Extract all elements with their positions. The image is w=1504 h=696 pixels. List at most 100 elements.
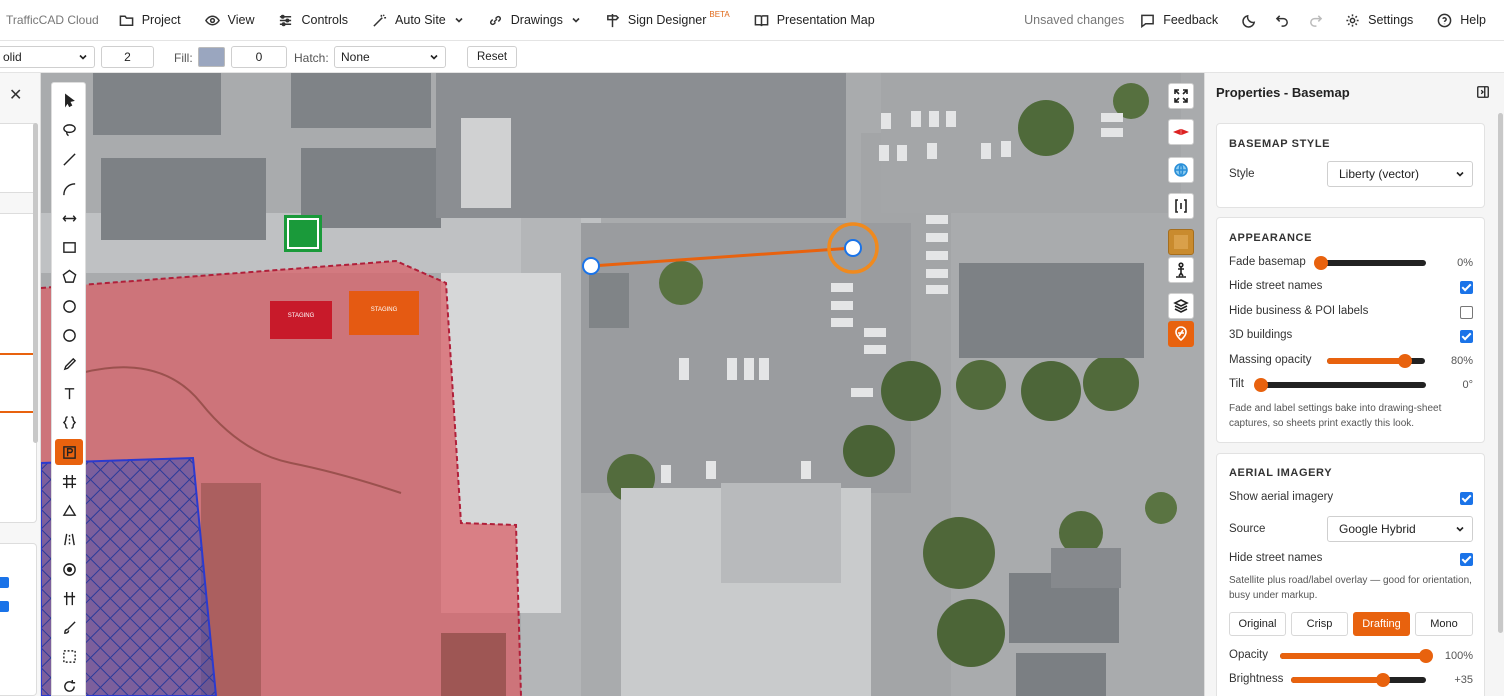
hatch-label: Hatch: — [294, 51, 329, 65]
slider-knob[interactable] — [1398, 354, 1413, 368]
massing-opacity-slider[interactable] — [1327, 354, 1425, 368]
menu-project[interactable]: Project — [119, 13, 181, 28]
rail-tool[interactable] — [55, 585, 83, 611]
measure-handle-start[interactable] — [583, 258, 599, 274]
hatch-value: None — [341, 50, 370, 64]
menu-presentation-map[interactable]: Presentation Map — [754, 13, 875, 28]
lasso-icon — [62, 123, 76, 136]
buildings-3d-label: 3D buildings — [1229, 329, 1293, 341]
variable-tool[interactable] — [55, 409, 83, 435]
line-style-select[interactable]: olid — [0, 46, 95, 68]
slider-knob[interactable] — [1419, 649, 1433, 663]
magic-wand-icon — [373, 13, 387, 27]
aerial-hide-street-names-checkbox[interactable] — [1460, 553, 1473, 566]
collapse-panel-icon[interactable] — [1476, 85, 1490, 99]
staging-sign-orange[interactable]: STAGING — [349, 307, 419, 313]
menu-view[interactable]: View — [204, 13, 254, 28]
hatch-tool[interactable] — [55, 468, 83, 494]
lasso-tool[interactable] — [55, 117, 83, 143]
chevron-down-icon — [572, 17, 580, 23]
rectangle-tool[interactable] — [55, 234, 83, 260]
circle-tool[interactable] — [55, 293, 83, 319]
layer-visibility-checkbox[interactable] — [0, 601, 9, 612]
hatch-select[interactable]: None — [334, 46, 446, 68]
parking-tool[interactable] — [55, 439, 83, 465]
chat-bubble-icon — [1141, 14, 1155, 28]
slider-knob[interactable] — [1375, 673, 1390, 687]
circle-icon — [62, 299, 76, 313]
properties-scrollbar[interactable] — [1498, 113, 1503, 633]
polygon-tool[interactable] — [55, 263, 83, 289]
pencil-tool[interactable] — [55, 351, 83, 377]
target-tool[interactable] — [55, 556, 83, 582]
dark-mode-toggle[interactable] — [1242, 13, 1257, 28]
globe-button[interactable] — [1168, 157, 1194, 183]
aerial-source-value: Google Hybrid — [1339, 522, 1416, 536]
menu-sign-designer[interactable]: Sign Designer BETA — [605, 10, 730, 28]
assembly-point-icon[interactable] — [284, 215, 322, 252]
compass-button[interactable] — [1168, 119, 1194, 145]
layer-visibility-checkbox[interactable] — [0, 577, 9, 588]
ellipse-tool[interactable] — [55, 322, 83, 348]
slider-knob[interactable] — [1254, 378, 1268, 392]
undo-button[interactable] — [1275, 13, 1290, 28]
settings-button[interactable]: Settings — [1345, 13, 1413, 28]
hide-poi-checkbox[interactable] — [1460, 306, 1473, 319]
fill-opacity-input[interactable]: 0 — [231, 46, 287, 68]
basemap-button[interactable] — [1168, 321, 1194, 347]
text-tool[interactable] — [55, 380, 83, 406]
rotate-tool[interactable] — [55, 673, 83, 696]
menu-drawings[interactable]: Drawings — [488, 13, 581, 28]
area-select-tool[interactable] — [55, 643, 83, 669]
mode-original-button[interactable]: Original — [1229, 612, 1286, 636]
map-canvas[interactable]: STAGING STAGING — [41, 73, 1204, 696]
tilt-slider[interactable] — [1254, 378, 1426, 392]
help-button[interactable]: Help — [1437, 13, 1486, 28]
fade-basemap-label: Fade basemap — [1229, 256, 1306, 268]
brightness-slider[interactable] — [1291, 673, 1426, 687]
measure-handle-end[interactable] — [829, 224, 877, 272]
arc-tool[interactable] — [55, 176, 83, 202]
street-view-button[interactable] — [1168, 257, 1194, 283]
properties-title: Properties - Basemap — [1216, 85, 1350, 100]
basemap-style-select[interactable]: Liberty (vector) — [1327, 161, 1473, 187]
slider-knob[interactable] — [1314, 256, 1328, 270]
aerial-source-select[interactable]: Google Hybrid — [1327, 516, 1473, 542]
fullscreen-button[interactable] — [1168, 83, 1194, 109]
layers-button[interactable] — [1168, 293, 1194, 319]
menu-project-label: Project — [141, 13, 181, 27]
menu-controls[interactable]: Controls — [278, 13, 348, 28]
road-tool[interactable] — [55, 526, 83, 552]
aerial-opacity-slider[interactable] — [1280, 649, 1433, 663]
line-tool[interactable] — [55, 146, 83, 172]
sliders-icon — [280, 14, 292, 26]
close-icon[interactable]: ✕ — [9, 85, 22, 105]
mode-drafting-button[interactable]: Drafting — [1353, 612, 1410, 636]
redo-button[interactable] — [1308, 13, 1323, 28]
reset-button[interactable]: Reset — [467, 46, 518, 68]
line-width-input[interactable]: 2 — [101, 46, 154, 68]
staging-sign-red[interactable]: STAGING — [270, 313, 332, 319]
bracket-view-button[interactable] — [1168, 193, 1194, 219]
hide-street-names-checkbox[interactable] — [1460, 281, 1473, 294]
select-tool[interactable] — [55, 87, 83, 113]
redo-icon — [1310, 14, 1323, 27]
dimension-tool[interactable] — [55, 205, 83, 231]
rotate-icon — [63, 679, 75, 692]
arc-icon — [62, 182, 75, 195]
mode-mono-button[interactable]: Mono — [1415, 612, 1473, 636]
show-aerial-checkbox[interactable] — [1460, 492, 1473, 505]
mode-crisp-button[interactable]: Crisp — [1291, 612, 1348, 636]
aerial-thumbnail-button[interactable] — [1168, 229, 1194, 255]
panel-scrollbar[interactable] — [33, 123, 38, 443]
fill-color-swatch[interactable] — [198, 47, 225, 67]
chevron-down-icon — [79, 54, 87, 60]
brush-tool[interactable] — [55, 614, 83, 640]
feedback-button[interactable]: Feedback — [1140, 13, 1218, 28]
satellite-thumbnail-icon — [1174, 235, 1188, 249]
buildings-3d-checkbox[interactable] — [1460, 330, 1473, 343]
menu-auto-site[interactable]: Auto Site — [372, 13, 464, 28]
text-icon — [64, 387, 74, 399]
fade-basemap-slider[interactable] — [1314, 256, 1426, 270]
node-tool[interactable] — [55, 497, 83, 523]
